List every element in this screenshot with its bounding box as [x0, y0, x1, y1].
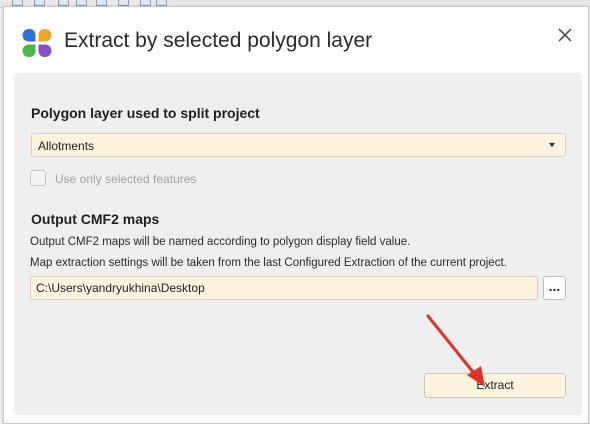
- polygon-layer-value: Allotments: [38, 139, 95, 153]
- app-logo-icon: [22, 29, 52, 57]
- output-description-line1: Output CMF2 maps will be named according…: [30, 236, 411, 248]
- annotation-arrow-icon: [426, 314, 485, 387]
- dialog-title: Extract by selected polygon layer: [64, 29, 373, 52]
- close-icon[interactable]: [553, 23, 577, 47]
- output-maps-heading: Output CMF2 maps: [31, 211, 160, 227]
- use-selected-features-label: Use only selected features: [55, 172, 197, 186]
- extract-dialog: Extract by selected polygon layer Polygo…: [3, 6, 589, 424]
- polygon-layer-heading: Polygon layer used to split project: [31, 105, 260, 121]
- use-selected-features-checkbox[interactable]: [30, 170, 46, 186]
- polygon-layer-select[interactable]: Allotments: [31, 133, 566, 157]
- output-path-input[interactable]: [30, 276, 538, 300]
- chevron-down-icon: [549, 143, 555, 147]
- output-description-line2: Map extraction settings will be taken fr…: [30, 257, 507, 269]
- browse-button[interactable]: ...: [543, 276, 566, 300]
